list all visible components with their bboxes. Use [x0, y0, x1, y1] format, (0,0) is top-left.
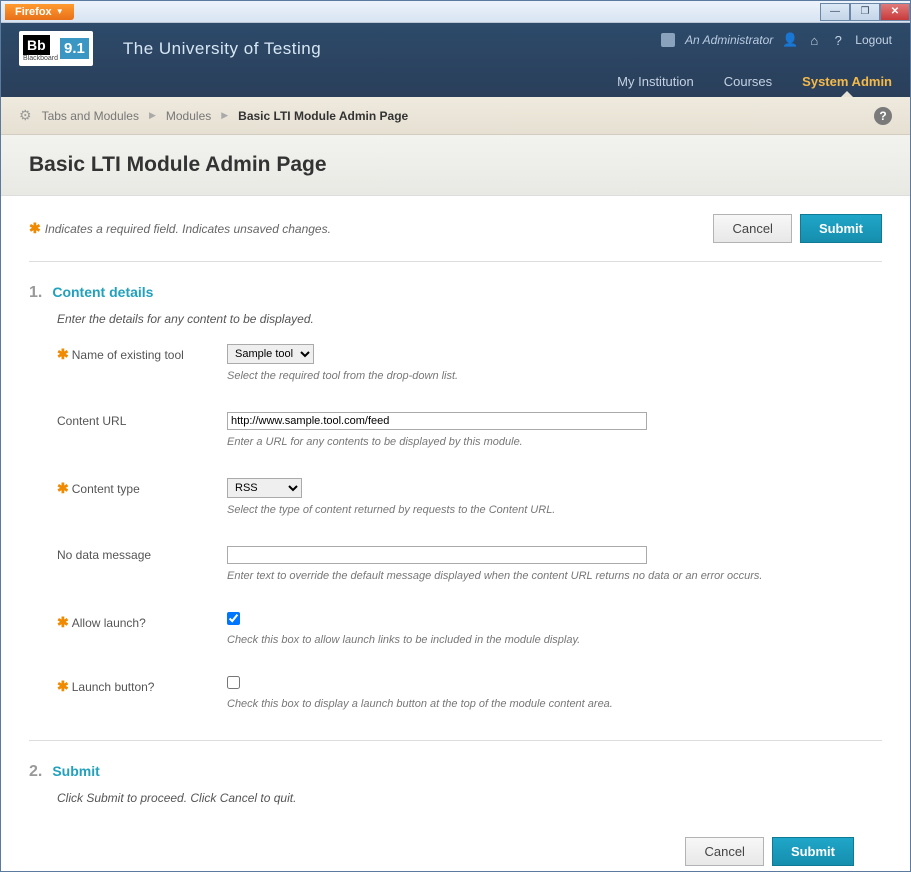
- url-label: Content URL: [57, 412, 227, 428]
- close-button[interactable]: ✕: [880, 3, 910, 21]
- minimize-button[interactable]: —: [820, 3, 850, 21]
- allow-launch-checkbox[interactable]: [227, 612, 240, 625]
- star-icon: ✱: [57, 346, 69, 363]
- section-1-desc: Enter the details for any content to be …: [29, 312, 882, 326]
- section-1-title: Content details: [52, 284, 153, 300]
- top-nav: My Institution Courses System Admin: [617, 74, 892, 97]
- url-help: Enter a URL for any contents to be displ…: [227, 436, 882, 448]
- nav-system-admin[interactable]: System Admin: [802, 74, 892, 97]
- divider: [29, 261, 882, 262]
- institution-name: The University of Testing: [123, 39, 321, 59]
- page-help-icon[interactable]: ?: [874, 107, 892, 125]
- breadcrumb-bar: ⚙ Tabs and Modules ▶ Modules ▶ Basic LTI…: [1, 97, 910, 135]
- blackboard-logo[interactable]: BbBlackboard 9.1: [19, 31, 93, 66]
- cancel-button-top[interactable]: Cancel: [713, 214, 791, 243]
- section-2-desc: Click Submit to proceed. Click Cancel to…: [29, 791, 882, 805]
- star-icon: ✱: [57, 480, 69, 497]
- content-area: ✱ Indicates a required field. Indicates …: [1, 196, 910, 871]
- launch-button-checkbox[interactable]: [227, 676, 240, 689]
- section-2-header: 2. Submit: [29, 763, 882, 781]
- name-help: Select the required tool from the drop-d…: [227, 370, 882, 382]
- section-1-header: 1. Content details: [29, 284, 882, 302]
- firefox-menu-button[interactable]: Firefox ▼: [5, 4, 74, 20]
- divider: [29, 740, 882, 741]
- maximize-button[interactable]: ❐: [850, 3, 880, 21]
- user-avatar-icon: [661, 33, 675, 47]
- gear-icon[interactable]: ⚙: [19, 107, 32, 124]
- logout-link[interactable]: Logout: [855, 33, 892, 47]
- firefox-label: Firefox: [15, 6, 52, 18]
- nodata-input[interactable]: [227, 546, 647, 564]
- section-2-num: 2.: [29, 763, 42, 781]
- nodata-help: Enter text to override the default messa…: [227, 570, 882, 582]
- help-icon[interactable]: ?: [831, 33, 845, 47]
- star-icon: ✱: [57, 614, 69, 631]
- content-url-input[interactable]: [227, 412, 647, 430]
- breadcrumb-separator: ▶: [221, 110, 228, 121]
- window-controls: — ❐ ✕: [820, 3, 910, 21]
- submit-button-bottom[interactable]: Submit: [772, 837, 854, 866]
- section-2-title: Submit: [52, 763, 99, 779]
- os-titlebar: Firefox ▼ — ❐ ✕: [1, 1, 910, 23]
- required-note: ✱ Indicates a required field. Indicates …: [29, 220, 331, 237]
- nodata-label: No data message: [57, 546, 227, 562]
- name-select[interactable]: Sample tool: [227, 344, 314, 364]
- star-icon: ✱: [57, 678, 69, 695]
- submit-button-top[interactable]: Submit: [800, 214, 882, 243]
- nav-my-institution[interactable]: My Institution: [617, 74, 694, 97]
- launch-button-help: Check this box to display a launch butto…: [227, 698, 882, 710]
- content-type-select[interactable]: RSS: [227, 478, 302, 498]
- breadcrumb-tabs-modules[interactable]: Tabs and Modules: [42, 109, 139, 123]
- app-header: BbBlackboard 9.1 The University of Testi…: [1, 23, 910, 97]
- page-title: Basic LTI Module Admin Page: [29, 153, 882, 177]
- current-user: An Administrator: [685, 33, 773, 47]
- allow-launch-help: Check this box to allow launch links to …: [227, 634, 882, 646]
- type-label: ✱Content type: [57, 478, 227, 497]
- allow-launch-label: ✱Allow launch?: [57, 612, 227, 631]
- home-icon[interactable]: ⌂: [807, 33, 821, 47]
- nav-courses[interactable]: Courses: [724, 74, 772, 97]
- page-title-wrap: Basic LTI Module Admin Page: [1, 135, 910, 196]
- breadcrumb-current: Basic LTI Module Admin Page: [238, 109, 408, 123]
- launch-button-label: ✱Launch button?: [57, 676, 227, 695]
- star-icon: ✱: [29, 220, 41, 237]
- name-label: ✱Name of existing tool: [57, 344, 227, 363]
- chevron-down-icon: ▼: [56, 7, 64, 16]
- type-help: Select the type of content returned by r…: [227, 504, 882, 516]
- cancel-button-bottom[interactable]: Cancel: [685, 837, 763, 866]
- section-1-num: 1.: [29, 284, 42, 302]
- breadcrumb-separator: ▶: [149, 110, 156, 121]
- breadcrumb-modules[interactable]: Modules: [166, 109, 211, 123]
- profile-icon[interactable]: 👤: [783, 33, 797, 47]
